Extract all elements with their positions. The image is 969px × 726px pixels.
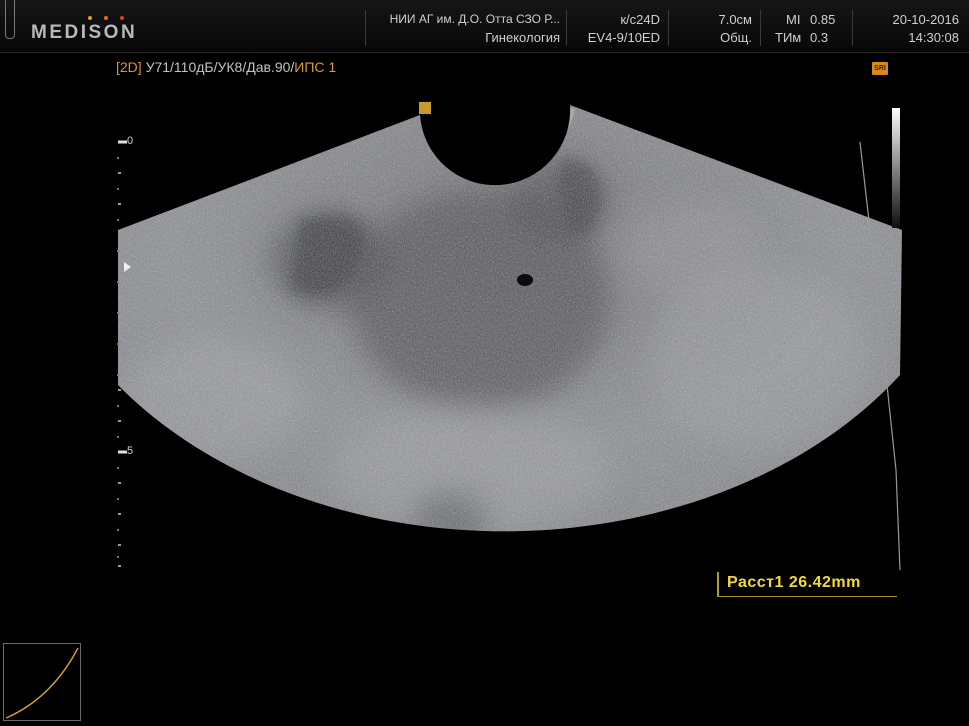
gamma-curve-box (3, 643, 81, 721)
measurement-bracket (717, 572, 719, 596)
depth-label-5: 5 (127, 445, 134, 457)
gamma-curve-icon (5, 647, 79, 719)
depth-label-0: 0 (127, 135, 134, 147)
grayscale-bar (892, 108, 900, 228)
ultrasound-image (117, 105, 902, 571)
probe-orientation-icon (419, 102, 431, 114)
measurement-result: Расст1 26.42mm (717, 572, 897, 597)
measurement-value: 26.42mm (788, 574, 861, 591)
measurement-label: Расст1 (727, 574, 784, 591)
